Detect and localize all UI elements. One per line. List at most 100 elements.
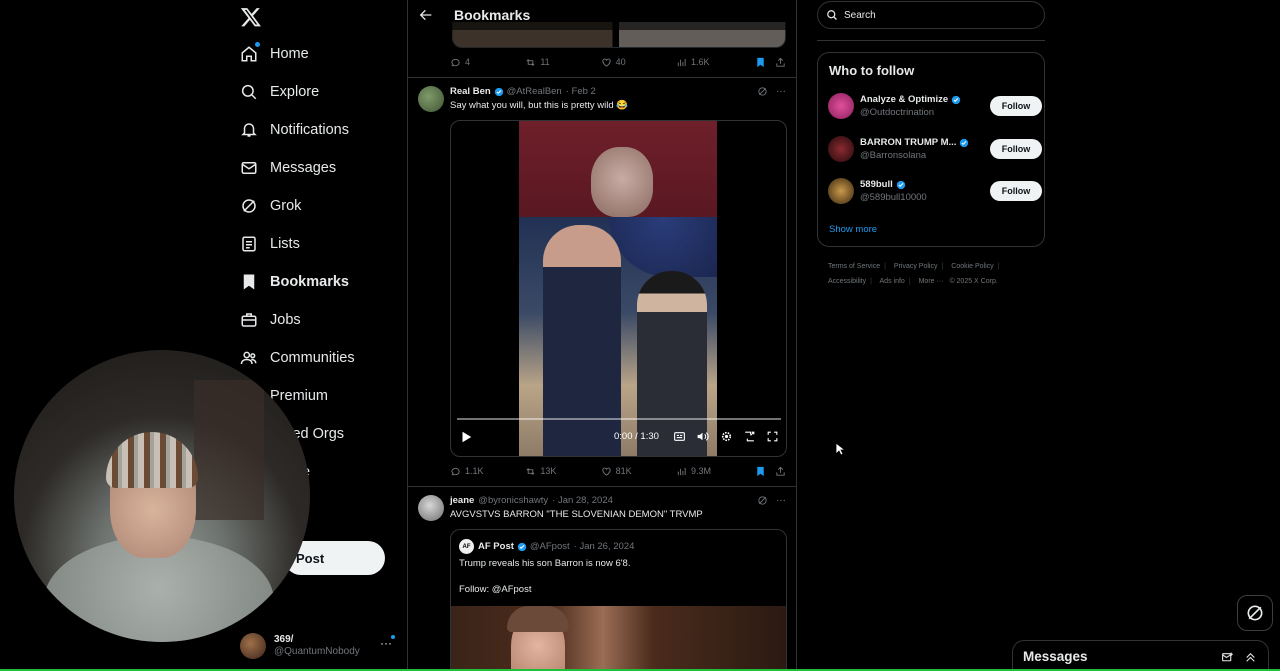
avatar[interactable] — [828, 178, 854, 204]
author-name: AF Post — [478, 541, 514, 552]
footer-link[interactable]: Terms of Service — [828, 263, 880, 270]
author-handle[interactable]: @byronicshawty — [478, 495, 548, 506]
avatar[interactable] — [418, 86, 444, 112]
copyright: © 2025 X Corp. — [949, 278, 998, 285]
quoted-tweet-text: Follow: @AFpost — [459, 584, 532, 595]
video-controls: 0:00 / 1:30 — [451, 416, 786, 456]
repost-icon — [526, 58, 535, 66]
views-count: 9.3M — [690, 466, 711, 476]
repost-icon — [526, 467, 535, 475]
grok-floating-button[interactable] — [1237, 595, 1273, 631]
separator: | — [941, 263, 944, 270]
grok-icon[interactable] — [757, 495, 768, 506]
verified-badge-icon — [494, 87, 503, 96]
nav-home[interactable]: Home — [240, 42, 309, 66]
share-button[interactable] — [775, 466, 790, 477]
new-message-icon[interactable] — [1221, 651, 1234, 664]
nav-label: Explore — [270, 84, 320, 100]
tweet-date[interactable]: · Jan 28, 2024 — [552, 495, 613, 506]
fullscreen-icon[interactable] — [766, 430, 779, 443]
author-name[interactable]: Real Ben — [450, 86, 491, 97]
footer-more-link[interactable]: More ··· — [919, 278, 944, 285]
more-dots-icon[interactable]: ··· — [776, 86, 786, 97]
search-icon — [827, 10, 837, 20]
repost-button[interactable]: 13K — [525, 466, 600, 477]
nav-jobs[interactable]: Jobs — [240, 308, 301, 332]
bookmark-button[interactable] — [755, 57, 775, 68]
divider — [408, 486, 796, 487]
quoted-tweet-image[interactable] — [451, 606, 786, 671]
notification-dot — [255, 42, 260, 47]
grok-icon — [1247, 605, 1263, 621]
settings-gear-icon[interactable] — [720, 430, 733, 443]
nav-explore[interactable]: Explore — [240, 80, 319, 104]
tweet-actions: 4 11 40 1.6K — [450, 54, 790, 70]
picture-in-picture-icon[interactable] — [743, 430, 756, 443]
reply-count: 4 — [465, 57, 471, 67]
volume-icon[interactable] — [696, 430, 709, 443]
author-name[interactable]: jeane — [450, 495, 474, 506]
webcam-background-shelf — [194, 380, 264, 520]
repost-button[interactable]: 11 — [525, 57, 600, 68]
nav-grok[interactable]: Grok — [240, 194, 301, 218]
avatar[interactable] — [418, 495, 444, 521]
reply-button[interactable]: 1.1K — [450, 466, 525, 477]
views-count: 1.6K — [690, 57, 710, 67]
back-arrow-icon[interactable] — [418, 7, 434, 23]
show-more-link[interactable]: Show more — [829, 224, 877, 235]
separator: | — [884, 263, 886, 270]
who-to-follow-panel: Who to follow Analyze & Optimize @Outdoc… — [817, 52, 1045, 247]
video-player[interactable]: 0:00 / 1:30 — [450, 120, 787, 457]
footer-link[interactable]: Cookie Policy — [951, 263, 993, 270]
tweet-actions: 1.1K 13K 81K 9.3M — [450, 463, 790, 479]
share-icon — [776, 57, 785, 67]
avatar[interactable] — [828, 136, 854, 162]
footer-link[interactable]: Accessibility — [828, 278, 866, 285]
footer-link[interactable]: Privacy Policy — [894, 263, 938, 270]
messages-dock[interactable]: Messages — [1012, 640, 1269, 671]
video-frame — [519, 121, 717, 456]
nav-bookmarks[interactable]: Bookmarks — [240, 270, 349, 294]
follow-suggestion[interactable]: Analyze & Optimize @Outdoctrination Foll… — [828, 91, 1042, 121]
more-dots-icon[interactable]: ··· — [776, 495, 786, 506]
chevron-up-icon[interactable] — [1244, 651, 1257, 664]
reply-button[interactable]: 4 — [450, 57, 525, 68]
search-input[interactable] — [844, 9, 1034, 21]
nav-communities[interactable]: Communities — [240, 346, 355, 370]
envelope-icon — [240, 159, 258, 177]
quoted-tweet-meta: AF AF Post @AFpost · Jan 26, 2024 — [459, 539, 634, 554]
search-box[interactable] — [817, 1, 1045, 29]
image-hair — [507, 606, 569, 632]
views-button[interactable]: 9.3M — [676, 466, 755, 477]
bookmark-filled-icon — [757, 466, 764, 476]
tweet-date[interactable]: · Feb 2 — [566, 86, 596, 97]
video-progress-bar[interactable] — [457, 418, 781, 420]
verified-badge-icon — [960, 138, 969, 147]
follow-suggestion[interactable]: BARRON TRUMP M... @Barronsolana Follow — [828, 134, 1042, 164]
captions-icon[interactable] — [673, 430, 686, 443]
nav-messages[interactable]: Messages — [240, 156, 336, 180]
follow-button[interactable]: Follow — [990, 181, 1042, 201]
x-logo-icon[interactable] — [240, 6, 262, 28]
more-dots-icon[interactable]: ··· — [380, 636, 392, 650]
quoted-tweet[interactable]: AF AF Post @AFpost · Jan 26, 2024 Trump … — [450, 529, 787, 671]
bookmark-button[interactable] — [755, 466, 775, 477]
follow-suggestion[interactable]: 589bull @589bull10000 Follow — [828, 176, 1042, 206]
nav-lists[interactable]: Lists — [240, 232, 300, 256]
divider — [817, 40, 1045, 41]
avatar[interactable] — [828, 93, 854, 119]
like-button[interactable]: 81K — [601, 466, 676, 477]
grok-icon[interactable] — [757, 86, 768, 97]
play-icon[interactable] — [459, 430, 473, 444]
follow-button[interactable]: Follow — [990, 96, 1042, 116]
like-button[interactable]: 40 — [601, 57, 676, 68]
nav-notifications[interactable]: Notifications — [240, 118, 349, 142]
footer-link[interactable]: Ads info — [880, 278, 905, 285]
briefcase-icon — [240, 311, 258, 329]
webcam-overlay — [14, 350, 310, 642]
author-handle[interactable]: @AtRealBen — [507, 86, 562, 97]
nav-label: Lists — [270, 236, 300, 252]
views-button[interactable]: 1.6K — [676, 57, 755, 68]
share-button[interactable] — [775, 57, 790, 68]
follow-button[interactable]: Follow — [990, 139, 1042, 159]
